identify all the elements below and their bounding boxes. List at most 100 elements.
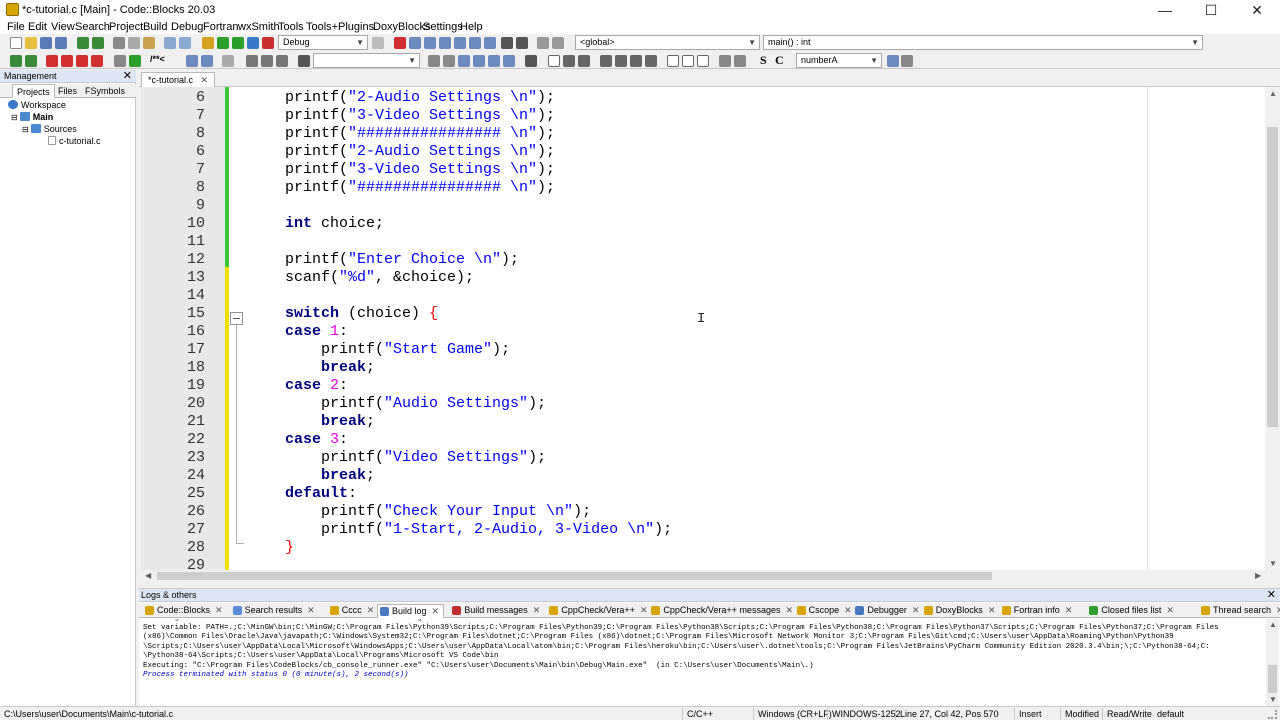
- code-line[interactable]: 7 printf("3-Video Settings \n");: [141, 161, 1265, 179]
- code-line[interactable]: 20 printf("Audio Settings");: [141, 395, 1265, 413]
- collapse-icon[interactable]: ⊟: [11, 113, 18, 122]
- close-log-tab-button[interactable]: ✕: [640, 605, 648, 615]
- code-line[interactable]: 25 default:: [141, 485, 1265, 503]
- code-line[interactable]: 8 printf("################ \n");: [141, 125, 1265, 143]
- log-tab[interactable]: Search results ✕: [231, 604, 315, 618]
- doxy-html-icon[interactable]: [201, 55, 213, 67]
- code-line[interactable]: 12 printf("Enter Choice \n");: [141, 251, 1265, 269]
- tree-folder-sources[interactable]: ⊟ Sources: [22, 124, 77, 134]
- log-tab[interactable]: CppCheck/Vera++ messages ✕: [649, 604, 793, 618]
- editor-vertical-scrollbar[interactable]: ▲ ▼: [1265, 87, 1280, 570]
- doxy-extract-icon[interactable]: [186, 55, 198, 67]
- doxy-comment-tool[interactable]: /**<: [150, 54, 165, 64]
- build-and-run-icon[interactable]: [232, 37, 244, 49]
- wizard-icon[interactable]: [222, 55, 234, 67]
- code-line[interactable]: 10 int choice;: [141, 215, 1265, 233]
- menu-file[interactable]: File: [7, 21, 25, 33]
- scroll-down-icon[interactable]: ▼: [1269, 559, 1277, 568]
- close-log-tab-button[interactable]: ✕: [533, 605, 541, 615]
- replace-icon[interactable]: [179, 37, 191, 49]
- rebuild-icon[interactable]: [247, 37, 259, 49]
- regex-icon[interactable]: [503, 55, 515, 67]
- close-tab-button[interactable]: ✕: [201, 75, 209, 85]
- record-macro-icon[interactable]: [298, 55, 310, 67]
- code-line[interactable]: 27 printf("1-Start, 2-Audio, 3-Video \n"…: [141, 521, 1265, 539]
- log-tab[interactable]: Debugger ✕: [853, 604, 919, 618]
- resize-grip-icon[interactable]: [1268, 710, 1277, 719]
- code-line[interactable]: 13 scanf("%d", &choice);: [141, 269, 1265, 287]
- close-log-tab-button[interactable]: ✕: [307, 605, 315, 615]
- next-instruction-icon[interactable]: [469, 37, 481, 49]
- log-tab[interactable]: Build log ✕: [377, 604, 445, 618]
- search-prev-icon[interactable]: [428, 55, 440, 67]
- incremental-search-input[interactable]: ▼: [313, 53, 420, 68]
- code-line[interactable]: 14: [141, 287, 1265, 305]
- menu-help[interactable]: Help: [460, 21, 483, 33]
- wx-checkbox-icon[interactable]: [697, 55, 709, 67]
- run-icon[interactable]: [217, 37, 229, 49]
- clear-bookmarks-icon[interactable]: [91, 55, 103, 67]
- open-folder-icon[interactable]: [25, 37, 37, 49]
- code-line[interactable]: 6 printf("2-Audio Settings \n");: [141, 89, 1265, 107]
- tree-file-c-tutorial[interactable]: c-tutorial.c: [48, 136, 101, 146]
- symbol-search-icon[interactable]: [887, 55, 899, 67]
- build-log-output[interactable]: Checking for existence: C:\Users\user\Do…: [143, 619, 1263, 705]
- jump-icon[interactable]: [114, 55, 126, 67]
- code-line[interactable]: 24 break;: [141, 467, 1265, 485]
- log-scroll-thumb[interactable]: [1268, 665, 1277, 693]
- code-line[interactable]: 23 printf("Video Settings");: [141, 449, 1265, 467]
- debug-info-icon[interactable]: [552, 37, 564, 49]
- goto-next-icon[interactable]: [276, 55, 288, 67]
- close-window-button[interactable]: ✕: [1234, 0, 1280, 20]
- wx-gridsizer-icon[interactable]: [615, 55, 627, 67]
- step-into-instruction-icon[interactable]: [484, 37, 496, 49]
- tab-projects[interactable]: Projects: [12, 84, 55, 98]
- find-icon[interactable]: [164, 37, 176, 49]
- target-options-icon[interactable]: [372, 37, 384, 49]
- code-line[interactable]: 26 printf("Check Your Input \n");: [141, 503, 1265, 521]
- code-line[interactable]: 29: [141, 557, 1265, 570]
- wx-textctrl-icon[interactable]: [682, 55, 694, 67]
- collapse-icon[interactable]: ⊟: [22, 125, 29, 134]
- editor-tab-c-tutorial[interactable]: *c-tutorial.c ✕: [141, 72, 216, 87]
- menu-fortran[interactable]: Fortran: [203, 21, 238, 33]
- stop-debug-icon[interactable]: [516, 37, 528, 49]
- log-tab[interactable]: Code::Blocks ✕: [143, 604, 223, 618]
- close-log-tab-button[interactable]: ✕: [367, 605, 375, 615]
- editor-horizontal-scrollbar[interactable]: ◀ ▶: [141, 570, 1265, 582]
- wx-button-icon[interactable]: [667, 55, 679, 67]
- copy-icon[interactable]: [128, 37, 140, 49]
- menu-debug[interactable]: Debug: [171, 21, 203, 33]
- code-line[interactable]: 19 case 2:: [141, 377, 1265, 395]
- menu-search[interactable]: Search: [75, 21, 110, 33]
- log-tab[interactable]: Cccc ✕: [328, 604, 375, 618]
- pause-icon[interactable]: [501, 37, 513, 49]
- menu-tools[interactable]: Tools: [278, 21, 304, 33]
- close-log-tab-button[interactable]: ✕: [1166, 605, 1174, 615]
- tree-project-main[interactable]: ⊟ Main: [11, 112, 53, 122]
- next-bookmark-icon[interactable]: [76, 55, 88, 67]
- cut-icon[interactable]: [113, 37, 125, 49]
- cursor-icon[interactable]: [525, 55, 537, 67]
- close-log-tab-button[interactable]: ✕: [844, 605, 852, 615]
- log-tab[interactable]: DoxyBlocks ✕: [922, 604, 996, 618]
- code-line[interactable]: 9: [141, 197, 1265, 215]
- menu-tools-plus[interactable]: Tools+: [306, 21, 338, 33]
- menu-doxyblocks[interactable]: DoxyBlocks: [373, 21, 430, 33]
- scroll-up-icon[interactable]: ▲: [1269, 89, 1277, 98]
- scroll-down-icon[interactable]: ▼: [1269, 695, 1277, 704]
- highlight-all-icon[interactable]: [458, 55, 470, 67]
- save-all-icon[interactable]: [55, 37, 67, 49]
- horizontal-scroll-thumb[interactable]: [157, 572, 992, 580]
- search-next-icon[interactable]: [443, 55, 455, 67]
- close-log-tab-button[interactable]: ✕: [785, 605, 793, 615]
- wx-staticbox-icon[interactable]: [645, 55, 657, 67]
- menu-build[interactable]: Build: [143, 21, 167, 33]
- scope-select[interactable]: <global> ▼: [575, 35, 760, 50]
- next-line-icon[interactable]: [424, 37, 436, 49]
- tab-fsymbols[interactable]: FSymbols: [81, 84, 129, 98]
- goto-line-icon[interactable]: [261, 55, 273, 67]
- log-tab[interactable]: Cscope ✕: [795, 604, 852, 618]
- close-log-tab-button[interactable]: ✕: [988, 605, 996, 615]
- close-log-tab-button[interactable]: ✕: [432, 606, 440, 616]
